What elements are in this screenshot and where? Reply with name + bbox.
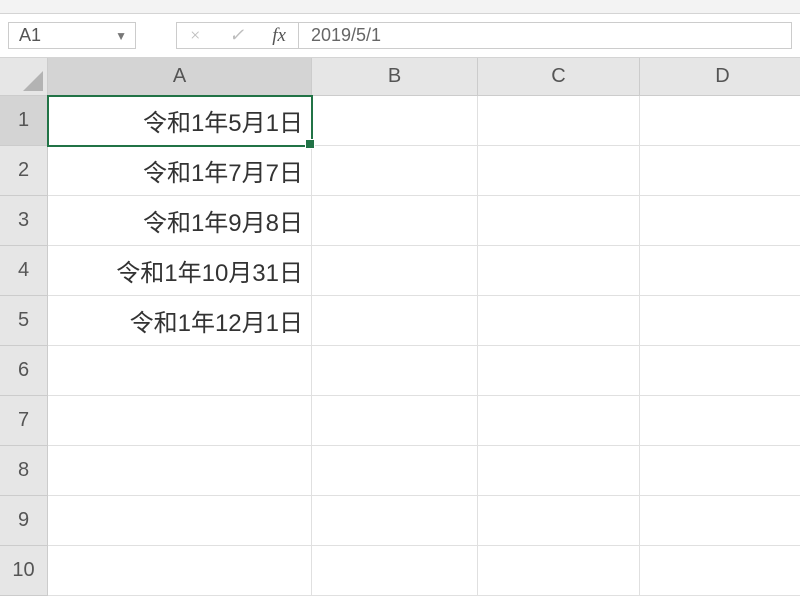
- row-header-4[interactable]: 4: [0, 246, 48, 296]
- cell-C8[interactable]: [478, 446, 640, 496]
- table-row: 2令和1年7月7日: [0, 146, 800, 196]
- cell-B1[interactable]: [312, 96, 478, 146]
- cell-C4[interactable]: [478, 246, 640, 296]
- table-row: 4令和1年10月31日: [0, 246, 800, 296]
- cell-B5[interactable]: [312, 296, 478, 346]
- name-box-value: A1: [19, 25, 41, 46]
- table-row: 5令和1年12月1日: [0, 296, 800, 346]
- cell-D10[interactable]: [640, 546, 800, 596]
- row-header-5[interactable]: 5: [0, 296, 48, 346]
- cell-D2[interactable]: [640, 146, 800, 196]
- table-row: 8: [0, 446, 800, 496]
- ribbon-strip: [0, 0, 800, 14]
- cell-D4[interactable]: [640, 246, 800, 296]
- cell-C10[interactable]: [478, 546, 640, 596]
- cell-B6[interactable]: [312, 346, 478, 396]
- cell-B8[interactable]: [312, 446, 478, 496]
- row-header-3[interactable]: 3: [0, 196, 48, 246]
- cell-A7[interactable]: [48, 396, 312, 446]
- cell-A8[interactable]: [48, 446, 312, 496]
- cell-A3[interactable]: 令和1年9月8日: [48, 196, 312, 246]
- cell-C6[interactable]: [478, 346, 640, 396]
- column-header-C[interactable]: C: [478, 58, 640, 96]
- cell-B7[interactable]: [312, 396, 478, 446]
- table-row: 1令和1年5月1日: [0, 96, 800, 146]
- cell-D3[interactable]: [640, 196, 800, 246]
- formula-bar: A1 ▼ × ✓ fx 2019/5/1: [0, 14, 800, 58]
- cell-D5[interactable]: [640, 296, 800, 346]
- cell-D1[interactable]: [640, 96, 800, 146]
- table-row: 7: [0, 396, 800, 446]
- cell-D7[interactable]: [640, 396, 800, 446]
- cell-C2[interactable]: [478, 146, 640, 196]
- row-header-2[interactable]: 2: [0, 146, 48, 196]
- cell-B2[interactable]: [312, 146, 478, 196]
- formula-input-value: 2019/5/1: [311, 25, 381, 46]
- confirm-icon[interactable]: ✓: [225, 25, 248, 46]
- cell-C1[interactable]: [478, 96, 640, 146]
- cell-A5[interactable]: 令和1年12月1日: [48, 296, 312, 346]
- cell-B9[interactable]: [312, 496, 478, 546]
- row-header-8[interactable]: 8: [0, 446, 48, 496]
- column-header-row: ABCD: [0, 58, 800, 96]
- cell-B10[interactable]: [312, 546, 478, 596]
- cell-C5[interactable]: [478, 296, 640, 346]
- table-row: 6: [0, 346, 800, 396]
- cell-D8[interactable]: [640, 446, 800, 496]
- formula-bar-gap: [136, 14, 176, 57]
- cancel-icon[interactable]: ×: [185, 25, 205, 46]
- cell-A4[interactable]: 令和1年10月31日: [48, 246, 312, 296]
- cell-D6[interactable]: [640, 346, 800, 396]
- table-row: 10: [0, 546, 800, 596]
- name-box-dropdown-icon[interactable]: ▼: [115, 29, 127, 43]
- sheet-area: ABCD 1令和1年5月1日2令和1年7月7日3令和1年9月8日4令和1年10月…: [0, 58, 800, 600]
- cell-B3[interactable]: [312, 196, 478, 246]
- table-row: 9: [0, 496, 800, 546]
- row-header-10[interactable]: 10: [0, 546, 48, 596]
- formula-bar-buttons: × ✓ fx: [176, 22, 298, 49]
- select-all-corner[interactable]: [0, 58, 48, 96]
- cell-C3[interactable]: [478, 196, 640, 246]
- cell-B4[interactable]: [312, 246, 478, 296]
- cell-A1[interactable]: 令和1年5月1日: [48, 96, 312, 146]
- formula-input[interactable]: 2019/5/1: [298, 22, 792, 49]
- row-header-6[interactable]: 6: [0, 346, 48, 396]
- fx-icon[interactable]: fx: [268, 25, 290, 47]
- column-header-A[interactable]: A: [48, 58, 312, 96]
- cell-A9[interactable]: [48, 496, 312, 546]
- cell-C7[interactable]: [478, 396, 640, 446]
- row-header-9[interactable]: 9: [0, 496, 48, 546]
- cell-C9[interactable]: [478, 496, 640, 546]
- cell-D9[interactable]: [640, 496, 800, 546]
- name-box[interactable]: A1 ▼: [8, 22, 136, 49]
- row-header-7[interactable]: 7: [0, 396, 48, 446]
- column-header-B[interactable]: B: [312, 58, 478, 96]
- cell-A10[interactable]: [48, 546, 312, 596]
- table-row: 3令和1年9月8日: [0, 196, 800, 246]
- cell-A2[interactable]: 令和1年7月7日: [48, 146, 312, 196]
- row-header-1[interactable]: 1: [0, 96, 48, 146]
- cell-A6[interactable]: [48, 346, 312, 396]
- column-header-D[interactable]: D: [640, 58, 800, 96]
